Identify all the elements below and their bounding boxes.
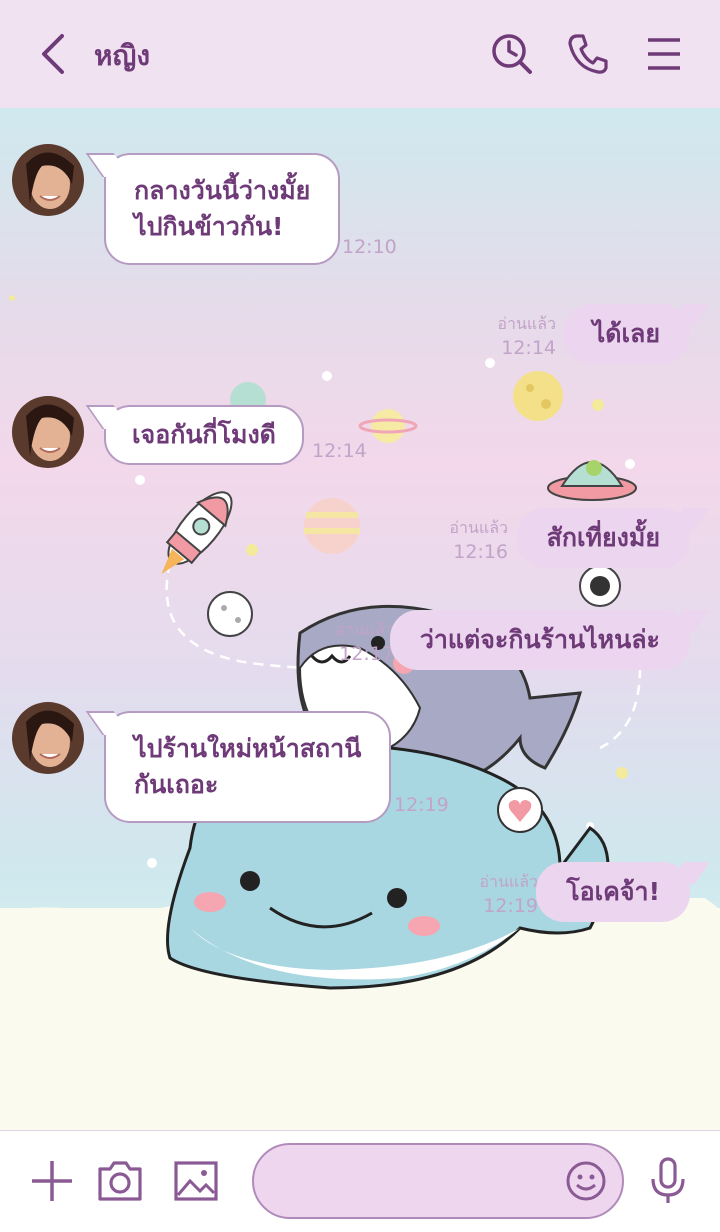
emoji-icon[interactable] (564, 1159, 608, 1203)
chat-header: หญิง (0, 0, 720, 108)
message-text: ไปกินข้าวกัน! (134, 212, 284, 241)
message-time: 12:17 (339, 643, 394, 665)
read-receipt: อ่านแล้ว (449, 518, 508, 537)
read-receipt: อ่านแล้ว (335, 620, 394, 639)
image-icon[interactable] (170, 1155, 222, 1207)
menu-icon[interactable] (640, 30, 688, 78)
message-bubble-incoming[interactable]: กลางวันนี้ว่างมั้ย ไปกินข้าวกัน! (104, 153, 341, 265)
contact-avatar[interactable] (12, 396, 84, 468)
message-time: 12:16 (453, 541, 508, 563)
chat-title: หญิง (94, 39, 150, 72)
message-time: 12:19 (394, 794, 449, 816)
message-bubble-incoming[interactable]: เจอกันกี่โมงดี (104, 405, 304, 465)
message-input[interactable] (278, 1163, 558, 1199)
phone-icon[interactable] (564, 30, 612, 78)
contact-avatar[interactable] (12, 702, 84, 774)
message-text: กันเถอะ (134, 770, 219, 799)
message-bubble-outgoing[interactable]: โอเคจ้า! (536, 862, 690, 922)
avatar-icon (12, 396, 84, 468)
message-text: เจอกันกี่โมงดี (132, 420, 276, 449)
message-time: 12:10 (342, 236, 397, 258)
contact-avatar[interactable] (12, 144, 84, 216)
chat-area[interactable]: กลางวันนี้ว่างมั้ย ไปกินข้าวกัน! 12:10 อ… (0, 108, 720, 1130)
avatar-icon (12, 702, 84, 774)
message-input-wrapper (252, 1143, 624, 1219)
message-text: ไปร้านใหม่หน้าสถานี (134, 734, 362, 763)
microphone-icon[interactable] (642, 1155, 694, 1207)
back-icon[interactable] (36, 32, 72, 76)
message-text: กลางวันนี้ว่างมั้ย (134, 176, 311, 205)
message-bubble-outgoing[interactable]: ได้เลย (562, 304, 690, 364)
input-bar (0, 1130, 720, 1232)
message-bubble-outgoing[interactable]: สักเที่ยงมั้ย (516, 508, 690, 568)
read-receipt: อ่านแล้ว (497, 314, 556, 333)
avatar-icon (12, 144, 84, 216)
message-time: 12:14 (312, 440, 367, 462)
message-time: 12:19 (483, 895, 538, 917)
message-time: 12:14 (501, 337, 556, 359)
plus-icon[interactable] (26, 1155, 78, 1207)
message-bubble-incoming[interactable]: ไปร้านใหม่หน้าสถานี กันเถอะ (104, 711, 392, 823)
camera-icon[interactable] (94, 1155, 146, 1207)
message-bubble-outgoing[interactable]: ว่าแต่จะกินร้านไหนล่ะ (389, 610, 690, 670)
history-icon[interactable] (488, 30, 536, 78)
read-receipt: อ่านแล้ว (479, 872, 538, 891)
